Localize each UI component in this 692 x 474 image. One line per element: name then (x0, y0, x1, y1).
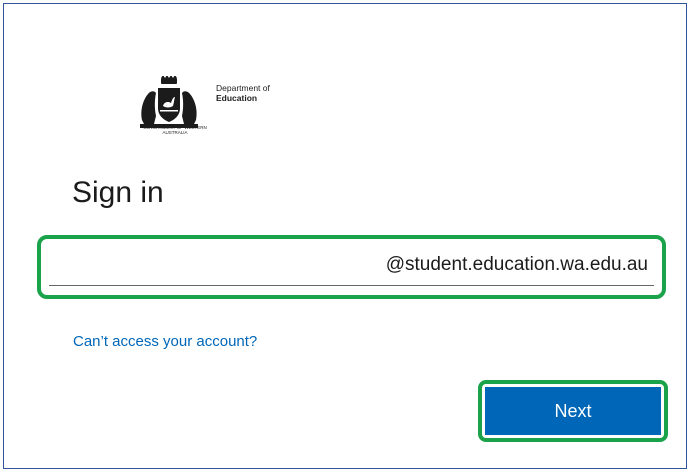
logo-line-department: Department of (216, 83, 270, 93)
sign-in-panel: Department of Education GOVERNMENT OF WE… (3, 3, 687, 469)
logo-wordmark: Department of Education (216, 83, 270, 103)
email-field[interactable] (49, 246, 654, 286)
next-button-highlight: Next (478, 380, 668, 442)
seal-caption: GOVERNMENT OF WESTERN AUSTRALIA (143, 125, 207, 135)
page-title: Sign in (72, 176, 164, 209)
cant-access-account-link[interactable]: Can’t access your account? (73, 333, 257, 350)
next-button[interactable]: Next (485, 387, 661, 435)
logo-line-education: Education (216, 93, 258, 103)
email-field-highlight (37, 235, 666, 299)
